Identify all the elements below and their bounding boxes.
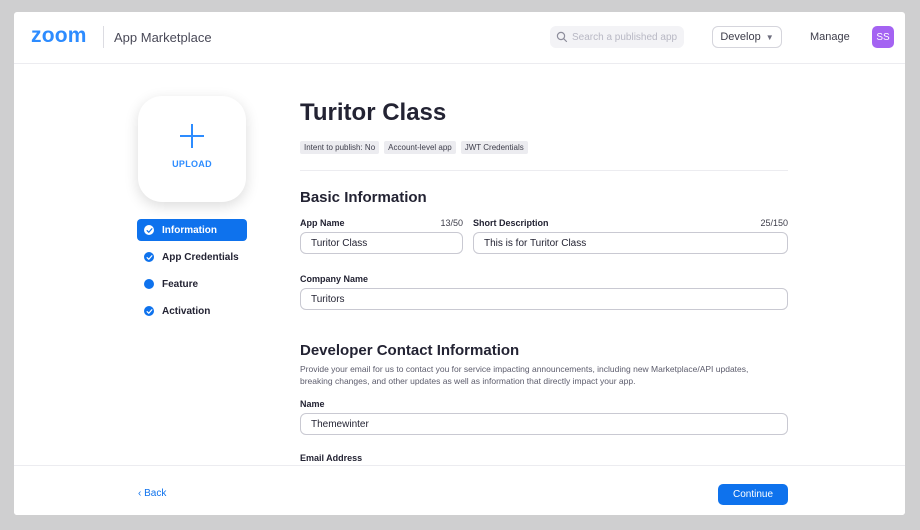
manage-link[interactable]: Manage [810, 31, 850, 43]
user-avatar[interactable]: SS [872, 26, 894, 48]
search-input[interactable] [572, 31, 682, 43]
sidebar-item-activation[interactable]: Activation [137, 300, 247, 322]
search-box[interactable] [550, 26, 684, 48]
plus-icon [180, 123, 204, 148]
sidebar-item-feature[interactable]: Feature [137, 273, 247, 295]
sidebar-item-app-credentials[interactable]: App Credentials [137, 246, 247, 268]
contact-name-input[interactable] [300, 413, 788, 435]
upload-icon-button[interactable]: UPLOAD [138, 96, 246, 202]
back-label: Back [144, 488, 167, 499]
short-description-label: Short Description [473, 218, 549, 228]
app-window: zoom App Marketplace Develop ▼ Manage SS… [14, 12, 905, 515]
sidebar-item-information[interactable]: Information [137, 219, 247, 241]
sidebar-item-label: App Credentials [162, 251, 239, 263]
company-name-label: Company Name [300, 274, 369, 284]
logo-divider [103, 26, 104, 48]
sidebar-item-label: Activation [162, 305, 211, 317]
short-description-input[interactable] [473, 232, 788, 254]
dot-icon [144, 279, 154, 289]
top-header: zoom App Marketplace Develop ▼ Manage SS [14, 12, 905, 64]
chevron-down-icon: ▼ [765, 32, 774, 42]
developer-contact-heading: Developer Contact Information [300, 342, 520, 359]
develop-dropdown[interactable]: Develop ▼ [712, 26, 782, 48]
back-button[interactable]: ‹ Back [138, 488, 166, 499]
tag-intent-to-publish: Intent to publish: No [300, 141, 380, 154]
check-circle-icon [144, 225, 154, 235]
app-name-input[interactable] [300, 232, 463, 254]
app-marketplace-link[interactable]: App Marketplace [114, 30, 212, 45]
check-circle-icon [144, 252, 154, 262]
footer-bar: ‹ Back Continue [14, 465, 905, 515]
search-icon [556, 31, 568, 43]
developer-contact-description: Provide your email for us to contact you… [300, 364, 749, 386]
tag-account-level: Account-level app [384, 141, 456, 154]
upload-label: UPLOAD [172, 158, 212, 169]
continue-button[interactable]: Continue [718, 484, 788, 505]
app-tags: Intent to publish: No Account-level app … [300, 141, 533, 154]
basic-information-heading: Basic Information [300, 189, 427, 206]
sidebar-item-label: Feature [162, 278, 199, 290]
section-divider [300, 170, 788, 171]
page-title: Turitor Class [300, 99, 447, 126]
email-address-label: Email Address [300, 453, 363, 463]
step-nav: Information App Credentials Feature Acti… [137, 219, 247, 327]
check-circle-icon [144, 306, 154, 316]
contact-name-label: Name [300, 399, 325, 409]
zoom-logo[interactable]: zoom [31, 24, 87, 48]
app-name-counter: 13/50 [440, 218, 463, 228]
sidebar-item-label: Information [162, 224, 217, 236]
company-name-input[interactable] [300, 288, 788, 310]
chevron-left-icon: ‹ [138, 488, 142, 499]
develop-label: Develop [720, 31, 761, 43]
short-description-counter: 25/150 [760, 218, 788, 228]
tag-jwt-credentials: JWT Credentials [460, 141, 528, 154]
app-name-label: App Name [300, 218, 345, 228]
